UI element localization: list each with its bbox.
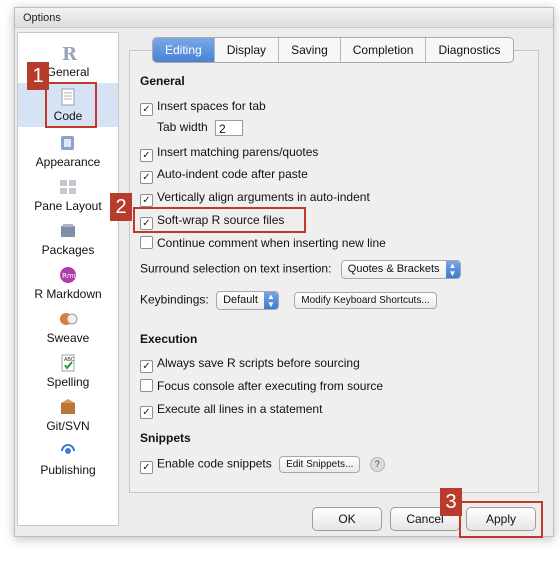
surround-label: Surround selection on text insertion: <box>140 261 332 276</box>
insert-matching-checkbox[interactable]: ✓ <box>140 149 153 162</box>
sidebar-item-label: Git/SVN <box>46 419 90 433</box>
tab-saving[interactable]: Saving <box>279 38 341 62</box>
tab-diagnostics[interactable]: Diagnostics <box>426 38 512 62</box>
continue-comment-checkbox[interactable] <box>140 236 153 249</box>
auto-indent-label: Auto-indent code after paste <box>157 167 308 181</box>
insert-matching-row[interactable]: ✓ Insert matching parens/quotes <box>140 145 318 162</box>
svg-text:R: R <box>62 44 78 63</box>
sidebar-item-git-svn[interactable]: Git/SVN <box>18 397 118 433</box>
insert-spaces-row[interactable]: ✓ Insert spaces for tab <box>140 99 266 116</box>
tab-display[interactable]: Display <box>215 38 280 62</box>
tab-completion[interactable]: Completion <box>341 38 427 62</box>
continue-comment-label: Continue comment when inserting new line <box>157 236 386 250</box>
sidebar-item-label: Packages <box>41 243 95 257</box>
execute-all-checkbox[interactable]: ✓ <box>140 406 153 419</box>
sweave-icon <box>60 313 78 325</box>
sidebar-item-label: Appearance <box>35 155 101 169</box>
sidebar-item-spelling[interactable]: ABC Spelling <box>18 353 118 389</box>
annotation-badge-3: 3 <box>440 488 462 516</box>
execution-heading: Execution <box>140 332 198 346</box>
keybindings-label: Keybindings: <box>140 292 209 307</box>
sidebar-item-label: Sweave <box>46 331 90 345</box>
vertically-align-label: Vertically align arguments in auto-inden… <box>157 190 370 204</box>
surround-value: Quotes & Brackets <box>347 263 440 275</box>
general-heading: General <box>140 74 185 88</box>
highlight-box-code <box>45 82 97 128</box>
sidebar-item-appearance[interactable]: Appearance <box>18 133 118 169</box>
svg-text:Rmd: Rmd <box>62 272 78 280</box>
annotation-badge-1: 1 <box>27 62 49 90</box>
surround-select[interactable]: Quotes & Brackets ▲ ▼ <box>340 260 461 279</box>
select-stepper-icon: ▲ ▼ <box>445 261 460 278</box>
r-logo-icon: R <box>62 44 78 63</box>
focus-console-row[interactable]: Focus console after executing from sourc… <box>140 379 383 393</box>
sidebar-item-label: Pane Layout <box>34 199 102 213</box>
enable-snippets-checkbox[interactable]: ✓ <box>140 460 153 474</box>
insert-spaces-label: Insert spaces for tab <box>157 99 266 113</box>
keybindings-value: Default <box>223 294 258 306</box>
publishing-icon <box>61 444 75 454</box>
execute-all-label: Execute all lines in a statement <box>157 402 323 416</box>
rmd-icon: Rmd <box>60 267 78 283</box>
enable-snippets-row: ✓ Enable code snippets Edit Snippets... ? <box>140 456 385 474</box>
tab-width-input[interactable]: 2 <box>215 120 244 136</box>
keybindings-select[interactable]: Default ▲ ▼ <box>216 291 279 310</box>
help-icon[interactable]: ? <box>369 457 385 472</box>
focus-console-checkbox[interactable] <box>140 379 153 392</box>
execute-all-row[interactable]: ✓ Execute all lines in a statement <box>140 402 322 419</box>
spelling-icon: ABC <box>61 354 75 372</box>
ok-button[interactable]: OK <box>312 507 382 531</box>
vertically-align-row[interactable]: ✓ Vertically align arguments in auto-inde… <box>140 190 370 207</box>
edit-snippets-button[interactable]: Edit Snippets... <box>279 456 361 473</box>
always-save-checkbox[interactable]: ✓ <box>140 360 153 373</box>
auto-indent-checkbox[interactable]: ✓ <box>140 171 153 184</box>
svg-text:ABC: ABC <box>64 357 75 363</box>
sidebar-item-publishing[interactable]: Publishing <box>18 441 118 477</box>
sidebar-item-label: General <box>46 65 90 79</box>
tab-bar: Editing Display Saving Completion Diagno… <box>152 37 514 63</box>
tab-width-label: Tab width <box>157 120 208 135</box>
sidebar-item-sweave[interactable]: Sweave <box>18 309 118 345</box>
focus-console-label: Focus console after executing from sourc… <box>157 379 384 393</box>
auto-indent-row[interactable]: ✓ Auto-indent code after paste <box>140 167 308 184</box>
packages-icon <box>61 224 75 237</box>
continue-comment-row[interactable]: Continue comment when inserting new line <box>140 236 386 250</box>
modify-shortcuts-button[interactable]: Modify Keyboard Shortcuts... <box>294 292 437 309</box>
git-box-icon <box>61 399 75 414</box>
annotation-badge-2: 2 <box>110 193 132 221</box>
snippets-heading: Snippets <box>140 431 191 445</box>
highlight-box-soft-wrap <box>133 207 306 233</box>
sidebar-item-r-markdown[interactable]: Rmd R Markdown <box>18 265 118 301</box>
select-stepper-icon: ▲ ▼ <box>263 292 278 309</box>
sidebar-item-label: Publishing <box>40 463 96 477</box>
highlight-box-apply <box>459 501 543 538</box>
vertically-align-checkbox[interactable]: ✓ <box>140 194 153 207</box>
always-save-row[interactable]: ✓ Always save R scripts before sourcing <box>140 356 360 373</box>
always-save-label: Always save R scripts before sourcing <box>157 356 360 370</box>
insert-matching-label: Insert matching parens/quotes <box>157 145 319 159</box>
tab-editing[interactable]: Editing <box>153 38 215 62</box>
sidebar-item-pane-layout[interactable]: Pane Layout <box>18 177 118 213</box>
sidebar-item-label: Spelling <box>46 375 90 389</box>
sidebar-item-packages[interactable]: Packages <box>18 221 118 257</box>
tab-width-row: Tab width 2 <box>157 120 244 136</box>
surround-row: Surround selection on text insertion: Qu… <box>140 260 461 279</box>
keybindings-row: Keybindings: Default ▲ ▼ Modify Keyboard S… <box>140 291 437 310</box>
insert-spaces-checkbox[interactable]: ✓ <box>140 103 153 116</box>
pane-layout-icon <box>60 180 76 194</box>
enable-snippets-label: Enable code snippets <box>157 456 272 471</box>
appearance-icon <box>61 136 74 150</box>
sidebar-item-label: R Markdown <box>34 287 102 301</box>
window-title: Options <box>15 8 553 28</box>
